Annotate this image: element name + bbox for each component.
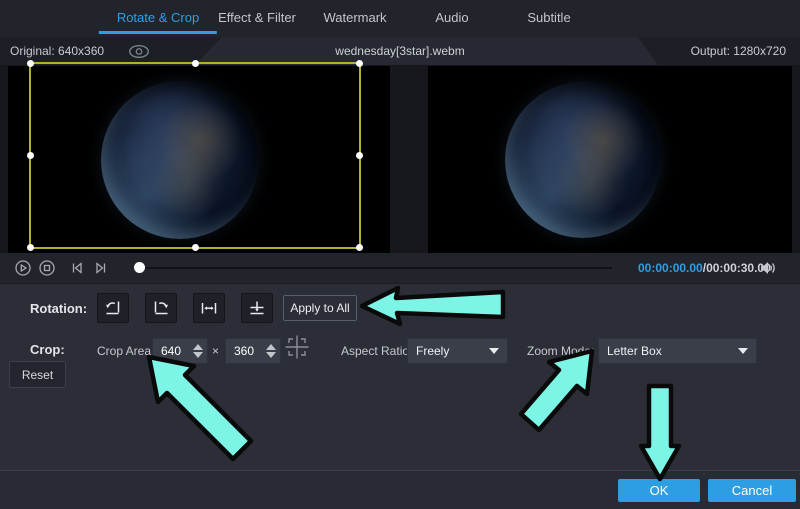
- flip-horizontal-icon: [198, 297, 220, 319]
- tab-effect-filter[interactable]: Effect & Filter: [200, 0, 314, 34]
- tab-watermark[interactable]: Watermark: [305, 0, 404, 34]
- original-size-label: Original: 640x360: [10, 44, 104, 58]
- crop-handle-middle-right[interactable]: [356, 152, 363, 159]
- crop-position-icon: [284, 334, 310, 360]
- tab-subtitle[interactable]: Subtitle: [509, 0, 588, 34]
- time-display: 00:00:00.00/00:00:30.00: [638, 261, 771, 275]
- crop-width-field: [152, 338, 208, 364]
- spinner-down-icon[interactable]: [193, 352, 203, 359]
- output-size-tab: Output: 1280x720: [638, 37, 800, 65]
- seek-slider-thumb[interactable]: [134, 262, 145, 273]
- crop-handle-top-right[interactable]: [356, 60, 363, 67]
- rotate-right-button[interactable]: [145, 293, 177, 323]
- multiply-sign: ×: [212, 344, 219, 358]
- ok-button[interactable]: OK: [618, 479, 700, 502]
- crop-handle-bottom-left[interactable]: [27, 244, 34, 251]
- crop-handle-bottom-middle[interactable]: [192, 244, 199, 251]
- next-frame-icon: [93, 260, 109, 276]
- dropdown-arrow-icon: [489, 348, 499, 354]
- volume-icon: [759, 260, 777, 276]
- tab-audio[interactable]: Audio: [417, 0, 486, 34]
- flip-vertical-icon: [246, 297, 268, 319]
- dialog-footer: OK Cancel: [0, 470, 800, 509]
- next-frame-button[interactable]: [93, 260, 109, 276]
- rotation-label: Rotation:: [30, 301, 87, 316]
- aspect-ratio-dropdown[interactable]: Freely: [407, 338, 508, 364]
- preview-area: [0, 65, 800, 253]
- crop-handle-bottom-right[interactable]: [356, 244, 363, 251]
- rotate-crop-dialog: Rotate & Crop Effect & Filter Watermark …: [0, 0, 800, 509]
- crop-handle-top-middle[interactable]: [192, 60, 199, 67]
- crop-selection-box[interactable]: [29, 62, 361, 249]
- video-filename: wednesday[3star].webm: [230, 37, 570, 65]
- cancel-button[interactable]: Cancel: [708, 479, 796, 502]
- crop-label: Crop:: [30, 342, 65, 357]
- dropdown-arrow-icon: [738, 348, 748, 354]
- zoom-mode-value: Letter Box: [607, 344, 662, 358]
- previous-frame-button[interactable]: [69, 260, 85, 276]
- aspect-ratio-value: Freely: [416, 344, 449, 358]
- rotate-left-button[interactable]: [97, 293, 129, 323]
- eye-icon[interactable]: [128, 44, 150, 59]
- volume-button[interactable]: [759, 260, 777, 276]
- rotate-right-icon: [150, 297, 172, 319]
- reset-button[interactable]: Reset: [9, 361, 66, 388]
- aspect-ratio-label: Aspect Ratio:: [341, 344, 412, 358]
- edit-panel: Rotation: Apply to All: [0, 283, 800, 470]
- zoom-mode-label: Zoom Mode:: [527, 344, 594, 358]
- playback-controls: 00:00:00.00/00:00:30.00: [0, 253, 800, 283]
- crop-position-button[interactable]: [284, 334, 310, 360]
- apply-to-all-button[interactable]: Apply to All: [283, 295, 357, 321]
- output-size-label: Output: 1280x720: [691, 44, 786, 58]
- stop-icon: [39, 260, 55, 276]
- spinner-up-icon[interactable]: [193, 343, 203, 350]
- play-icon: [15, 260, 31, 276]
- spinner-up-icon[interactable]: [266, 343, 276, 350]
- crop-handle-top-left[interactable]: [27, 60, 34, 67]
- flip-vertical-button[interactable]: [241, 293, 273, 323]
- current-time: 00:00:00.00: [638, 261, 703, 275]
- seek-slider-track[interactable]: [135, 267, 612, 269]
- spinner-down-icon[interactable]: [266, 352, 276, 359]
- stop-button[interactable]: [39, 260, 55, 276]
- play-button[interactable]: [15, 260, 31, 276]
- earth-frame-output: [505, 82, 661, 238]
- crop-handle-middle-left[interactable]: [27, 152, 34, 159]
- previous-frame-icon: [69, 260, 85, 276]
- flip-horizontal-button[interactable]: [193, 293, 225, 323]
- rotate-left-icon: [102, 297, 124, 319]
- output-video-preview: [428, 66, 792, 253]
- crop-height-field: [225, 338, 281, 364]
- zoom-mode-dropdown[interactable]: Letter Box: [598, 338, 757, 364]
- feature-tabbar: Rotate & Crop Effect & Filter Watermark …: [0, 0, 800, 37]
- crop-area-label: Crop Area:: [97, 344, 154, 358]
